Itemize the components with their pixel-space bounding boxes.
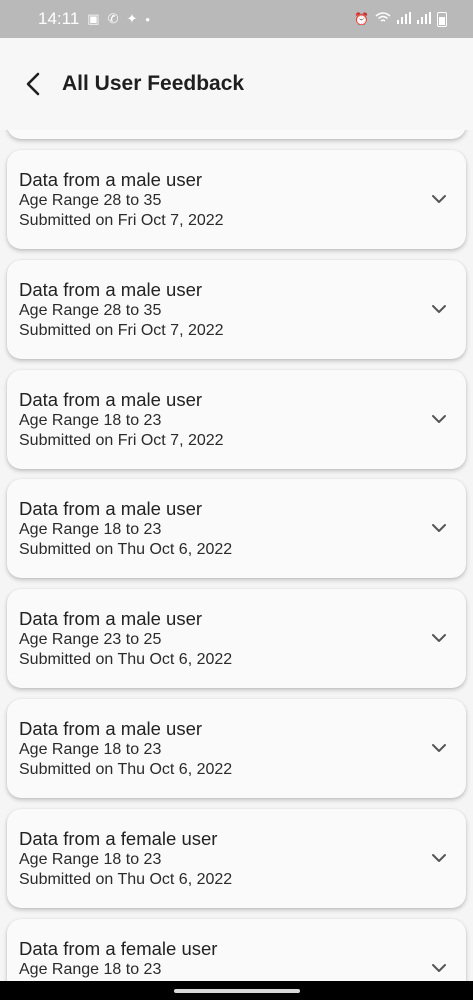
feedback-card[interactable]: Data from a female user Age Range 18 to … xyxy=(7,919,466,981)
wifi-icon xyxy=(375,11,391,27)
signal-icon xyxy=(397,11,411,27)
feedback-title: Data from a female user xyxy=(19,938,218,959)
whatsapp-icon: ✆ xyxy=(107,11,119,26)
chevron-down-icon[interactable] xyxy=(430,192,448,206)
feedback-title: Data from a male user xyxy=(19,498,203,519)
chevron-down-icon[interactable] xyxy=(430,741,448,755)
feedback-submitted-date: Submitted on Thu Oct 6, 2022 xyxy=(19,871,233,888)
feedback-submitted-date: Submitted on Fri Oct 7, 2022 xyxy=(19,322,224,339)
dot-icon: • xyxy=(145,11,150,27)
feedback-age-range: Age Range 23 to 25 xyxy=(19,631,162,648)
twitter-icon: ✦ xyxy=(126,11,138,26)
home-gesture-handle[interactable] xyxy=(173,988,300,993)
status-left: 14:11 ▣ ✆ ✦ • xyxy=(38,9,150,29)
chevron-down-icon[interactable] xyxy=(430,961,448,975)
feedback-title: Data from a female user xyxy=(19,828,218,849)
chevron-down-icon[interactable] xyxy=(430,521,448,535)
app-bar: All User Feedback xyxy=(0,38,473,130)
gallery-icon: ▣ xyxy=(87,11,100,26)
feedback-age-range: Age Range 18 to 23 xyxy=(19,521,162,538)
chevron-left-icon[interactable] xyxy=(18,69,48,99)
feedback-age-range: Age Range 18 to 23 xyxy=(19,412,162,429)
feedback-card[interactable]: Data from a male user Age Range 18 to 23… xyxy=(7,370,466,469)
feedback-submitted-date: Submitted on Thu Oct 6, 2022 xyxy=(19,651,233,668)
feedback-age-range: Age Range 18 to 23 xyxy=(19,851,162,868)
page-title: All User Feedback xyxy=(62,72,245,95)
signal-icon xyxy=(417,11,431,27)
feedback-title: Data from a male user xyxy=(19,608,203,629)
feedback-card[interactable]: Data from a female user Age Range 18 to … xyxy=(7,809,466,908)
feedback-submitted-date: Submitted on Fri Oct 7, 2022 xyxy=(19,432,224,449)
feedback-list[interactable]: Data from a male user Age Range 28 to 35… xyxy=(0,38,473,981)
chevron-down-icon[interactable] xyxy=(430,851,448,865)
chevron-down-icon[interactable] xyxy=(430,631,448,645)
status-bar: 14:11 ▣ ✆ ✦ • ⏰ xyxy=(0,0,473,38)
battery-charging-icon xyxy=(437,11,447,27)
feedback-card[interactable]: Data from a male user Age Range 23 to 25… xyxy=(7,589,466,688)
feedback-title: Data from a male user xyxy=(19,718,203,739)
feedback-age-range: Age Range 28 to 35 xyxy=(19,302,162,319)
status-time: 14:11 xyxy=(38,9,80,28)
feedback-age-range: Age Range 18 to 23 xyxy=(19,741,162,758)
feedback-card[interactable]: Data from a male user Age Range 28 to 35… xyxy=(7,150,466,249)
feedback-title: Data from a male user xyxy=(19,389,203,410)
chevron-down-icon[interactable] xyxy=(430,302,448,316)
feedback-card[interactable]: Data from a male user Age Range 28 to 35… xyxy=(7,260,466,359)
feedback-card[interactable]: Data from a male user Age Range 18 to 23… xyxy=(7,699,466,798)
feedback-submitted-date: Submitted on Fri Oct 7, 2022 xyxy=(19,212,224,229)
feedback-title: Data from a male user xyxy=(19,279,203,300)
feedback-card[interactable]: Data from a male user Age Range 18 to 23… xyxy=(7,479,466,578)
feedback-age-range: Age Range 28 to 35 xyxy=(19,192,162,209)
alarm-icon: ⏰ xyxy=(354,12,369,26)
status-right: ⏰ xyxy=(354,11,447,27)
feedback-title: Data from a male user xyxy=(19,169,203,190)
feedback-age-range: Age Range 18 to 23 xyxy=(19,961,162,978)
feedback-submitted-date: Submitted on Thu Oct 6, 2022 xyxy=(19,541,233,558)
feedback-submitted-date: Submitted on Thu Oct 6, 2022 xyxy=(19,761,233,778)
chevron-down-icon[interactable] xyxy=(430,412,448,426)
system-nav-bar xyxy=(0,981,473,1000)
